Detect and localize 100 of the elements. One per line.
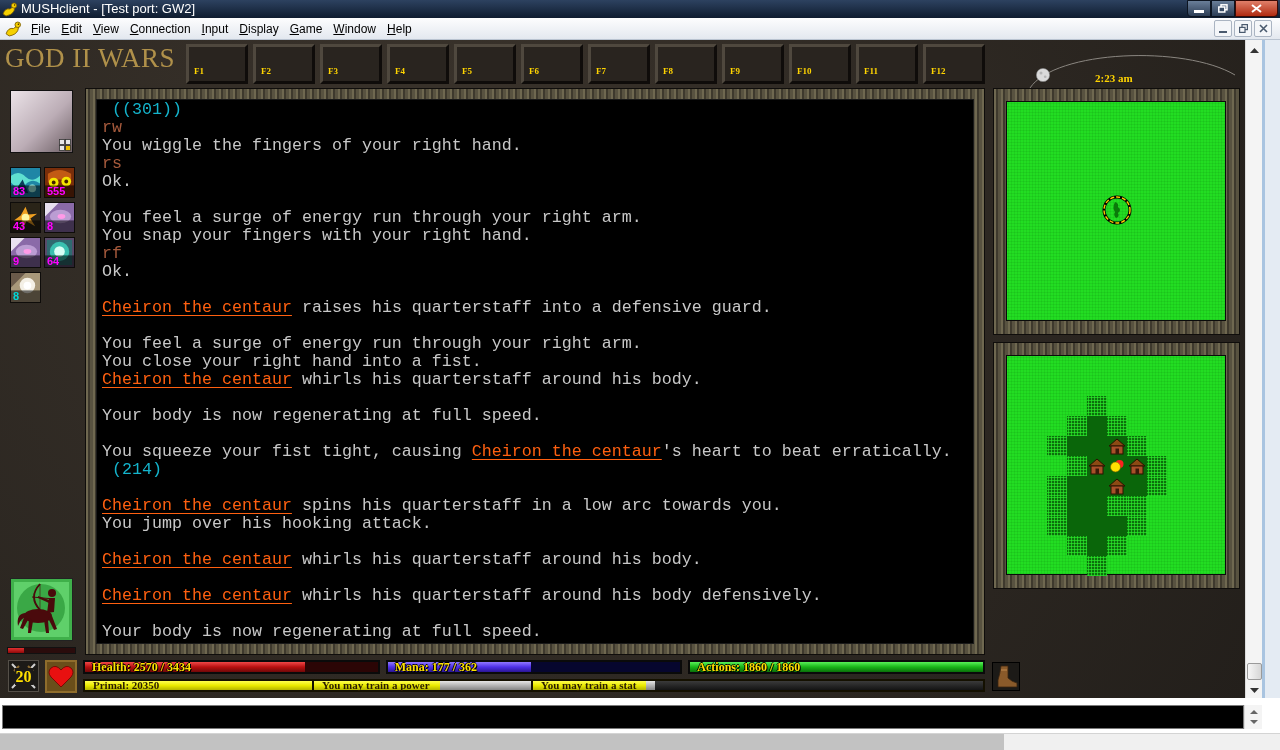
menu-item[interactable]: Help <box>382 18 417 39</box>
scroll-thumb[interactable] <box>0 734 1004 750</box>
affect-slot[interactable]: 555 <box>44 167 75 198</box>
forest-tile <box>1127 496 1147 516</box>
function-key-button[interactable]: F8 <box>655 44 717 84</box>
function-key-button[interactable]: F6 <box>521 44 583 84</box>
restore-button[interactable] <box>1234 20 1252 37</box>
creature-link[interactable]: Cheiron the centaur <box>102 298 292 317</box>
mana-label: Mana: 177 / 362 <box>393 661 477 673</box>
affect-count: 9 <box>13 257 20 265</box>
function-key-button[interactable]: F3 <box>320 44 382 84</box>
creature-link[interactable]: Cheiron the centaur <box>102 550 292 569</box>
forest-tile <box>1047 476 1067 496</box>
scroll-up-icon[interactable] <box>1249 48 1259 53</box>
close-icon <box>1258 24 1268 33</box>
function-key-button[interactable]: F4 <box>387 44 449 84</box>
glowing-eyes-icon <box>45 168 74 197</box>
function-key-button[interactable]: F5 <box>454 44 516 84</box>
minimize-icon <box>1219 31 1227 33</box>
restore-icon <box>1218 4 1228 13</box>
forest-tile <box>1107 536 1127 556</box>
scroll-thumb[interactable] <box>1246 663 1262 680</box>
forest-tile <box>1047 436 1067 456</box>
affect-count: 43 <box>13 222 26 230</box>
prompt-number: (214) <box>111 461 162 479</box>
affect-slot[interactable]: 83 <box>10 167 41 198</box>
creature-link[interactable]: Cheiron the centaur <box>471 442 662 461</box>
close-button[interactable] <box>1235 0 1278 17</box>
boot-icon[interactable] <box>992 662 1020 691</box>
console-line: You jump over his hooking attack. <box>102 515 432 533</box>
affect-count: 8 <box>47 222 54 230</box>
function-key-button[interactable]: F11 <box>856 44 918 84</box>
console-line: You squeeze your fist tight, causing Cheiron the centaur's heart to beat erratically. <box>102 443 952 461</box>
console-line: Cheiron the centaur whirls his quarterstaff around his body. <box>102 371 702 389</box>
affect-count: 64 <box>47 257 60 265</box>
prompt-number: ((301)) <box>111 101 182 119</box>
function-key-button[interactable]: F1 <box>186 44 248 84</box>
affect-slot[interactable]: 8 <box>44 202 75 233</box>
creature-link[interactable]: Cheiron the centaur <box>102 496 292 515</box>
creature-link[interactable]: Cheiron the centaur <box>102 586 292 605</box>
progress-label: Primal: 20350 <box>92 680 160 691</box>
restore-button[interactable] <box>1211 0 1235 17</box>
forest-tile <box>1087 396 1107 416</box>
game-logo: GOD II WARS <box>4 42 176 73</box>
clearing-tile <box>1127 476 1147 496</box>
forest-tile <box>1087 556 1107 576</box>
location-ring-icon <box>1102 195 1132 225</box>
forest-tile <box>1107 416 1127 436</box>
function-key-button[interactable]: F9 <box>722 44 784 84</box>
console-line: You feel a surge of energy run through your right arm. <box>102 209 642 227</box>
function-key-button[interactable]: F12 <box>923 44 985 84</box>
house-icon <box>1107 476 1127 496</box>
level-number: 20 <box>14 667 33 685</box>
forest-tile <box>1067 456 1087 476</box>
function-key-button[interactable]: F10 <box>789 44 851 84</box>
clearing-tile <box>1087 536 1107 556</box>
affect-slot[interactable]: 9 <box>10 237 41 268</box>
function-key-button[interactable]: F2 <box>253 44 315 84</box>
function-key-button[interactable]: F7 <box>588 44 650 84</box>
affect-count: 83 <box>13 187 26 195</box>
close-icon <box>1251 4 1262 13</box>
menu-item[interactable]: Window <box>328 18 382 39</box>
scroll-down-icon[interactable] <box>1249 688 1259 693</box>
menu-item[interactable]: Connection <box>124 18 196 39</box>
command-input[interactable] <box>2 705 1244 729</box>
clearing-tile <box>1067 436 1087 456</box>
menu-item[interactable]: Input <box>196 18 234 39</box>
affect-slot[interactable]: 8 <box>10 272 41 303</box>
minimize-button[interactable] <box>1214 20 1232 37</box>
minimize-button[interactable] <box>1187 0 1211 17</box>
console-line: Ok. <box>102 173 132 191</box>
house-icon <box>1127 456 1147 476</box>
menu-item[interactable]: Display <box>234 18 284 39</box>
scroll-down-icon[interactable] <box>1249 720 1258 724</box>
menu-item[interactable]: Game <box>284 18 328 39</box>
clearing-tile <box>1087 416 1107 436</box>
window-title: MUSHclient - [Test port: GW2] <box>21 0 196 18</box>
progress-label: You may train a stat <box>540 680 637 691</box>
health-label: Health: 2570 / 3434 <box>91 661 191 673</box>
close-button[interactable] <box>1254 20 1272 37</box>
player-marker-icon <box>1107 456 1127 476</box>
forest-tile <box>1047 516 1067 536</box>
minimize-icon <box>1194 10 1204 13</box>
console-line: Cheiron the centaur whirls his quarterstaff around his body. <box>102 551 702 569</box>
menu-item[interactable]: File <box>26 18 56 39</box>
scroll-up-icon[interactable] <box>1249 710 1258 714</box>
water-scene-icon <box>11 168 40 197</box>
affect-slot[interactable]: 43 <box>10 202 41 233</box>
menu-item[interactable]: View <box>88 18 124 39</box>
creature-icon[interactable] <box>5 20 22 37</box>
grid-icon[interactable] <box>59 139 71 151</box>
affect-count: 555 <box>47 187 66 195</box>
command-echo: rw <box>102 119 122 137</box>
centaur-icon <box>10 578 73 641</box>
menu-item[interactable]: Edit <box>56 18 88 39</box>
forest-tile <box>1127 516 1147 536</box>
command-echo: rs <box>102 155 122 173</box>
creature-link[interactable]: Cheiron the centaur <box>102 370 292 389</box>
forest-tile <box>1067 416 1087 436</box>
affect-slot[interactable]: 64 <box>44 237 75 268</box>
